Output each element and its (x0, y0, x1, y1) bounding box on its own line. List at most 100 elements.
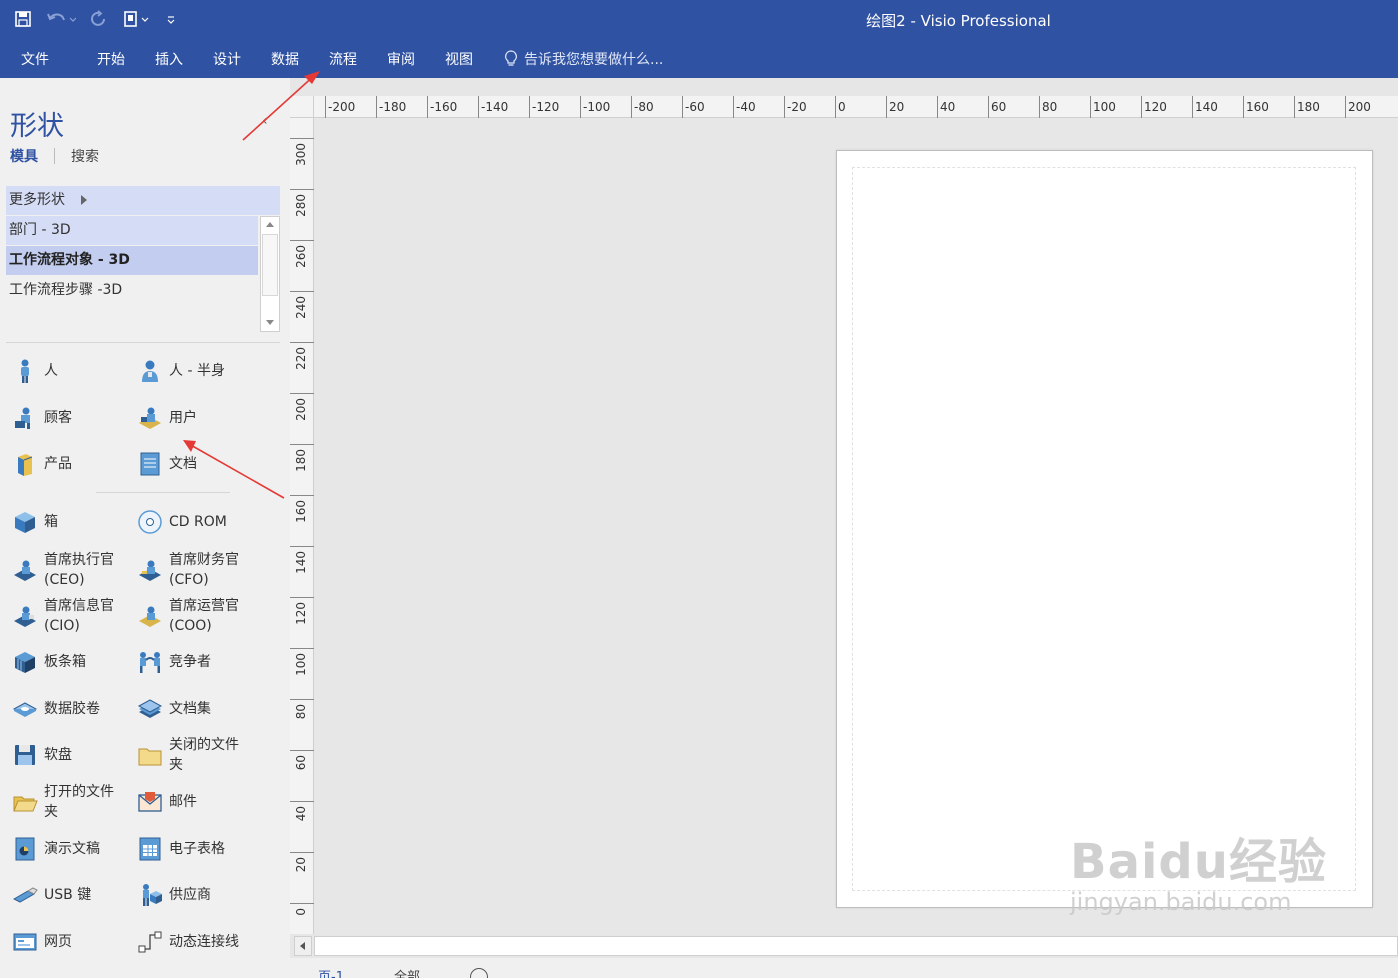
mail-icon (138, 792, 162, 812)
shape-document[interactable]: 文档 (137, 451, 251, 477)
ruler-tick-label: 100 (294, 653, 308, 676)
scroll-up-icon[interactable] (261, 217, 279, 233)
scroll-down-icon[interactable] (261, 315, 279, 331)
chevron-right-icon (81, 195, 87, 205)
subtab-divider (54, 148, 55, 164)
cfo-icon (139, 560, 161, 581)
shape-competitor[interactable]: 竞争者 (137, 649, 251, 675)
closed-folder-icon (138, 748, 162, 766)
ruler-tick: -160 (427, 96, 457, 118)
tell-me-text: 告诉我您想要做什么... (524, 52, 664, 68)
tab-data[interactable]: 数据 (260, 49, 310, 69)
tab-insert[interactable]: 插入 (144, 49, 194, 69)
tab-view[interactable]: 视图 (434, 49, 484, 69)
horizontal-scrollbar[interactable] (294, 936, 1398, 956)
ruler-tick: 260 (290, 240, 314, 268)
ruler-tick-label: 300 (294, 143, 308, 166)
shape-product[interactable]: 产品 (12, 451, 126, 477)
ruler-tick: 80 (290, 699, 314, 719)
drawing-canvas[interactable]: Baidu经验 jingyan.baidu.com (314, 118, 1398, 934)
watermark: Baidu经验 jingyan.baidu.com (1070, 822, 1327, 916)
shape-floppy[interactable]: 软盘 (12, 742, 126, 768)
tab-design[interactable]: 设计 (202, 49, 252, 69)
tab-review[interactable]: 审阅 (376, 49, 426, 69)
shape-label: 软盘 (44, 747, 72, 763)
shape-cfo[interactable]: 首席财务官 (CFO) (137, 550, 251, 590)
horizontal-scroll-track[interactable] (314, 936, 1398, 956)
shape-document-set[interactable]: 文档集 (137, 696, 251, 722)
tell-me-box[interactable]: 告诉我您想要做什么... (504, 49, 663, 69)
shape-label: 电子表格 (169, 841, 225, 857)
shape-label: 关闭的文件夹 (169, 737, 239, 773)
shape-coo[interactable]: 首席运营官 (COO) (137, 596, 251, 636)
shape-usb-key[interactable]: USB 键 (12, 882, 126, 908)
subtab-stencils[interactable]: 模具 (10, 146, 38, 166)
stencil-scrollbar[interactable] (260, 216, 280, 332)
ruler-tick: 20 (886, 96, 904, 118)
pane-divider (6, 342, 280, 343)
stencil-item-workflow-steps-3d[interactable]: 工作流程步骤 -3D (6, 276, 258, 305)
ruler-tick: 40 (290, 801, 314, 821)
ruler-tick: -60 (682, 96, 705, 118)
all-pages-tab[interactable]: 全部 (394, 966, 420, 978)
shape-spreadsheet[interactable]: 电子表格 (137, 836, 251, 862)
stencil-list: 更多形状 部门 - 3D 工作流程对象 - 3D 工作流程步骤 -3D (6, 186, 280, 336)
shapes-pane: 形状 ‹ 模具 搜索 更多形状 部门 - 3D 工作流程对象 - 3D 工作流程… (0, 78, 290, 978)
shape-data-tape[interactable]: 数据胶卷 (12, 696, 126, 722)
ruler-tick-label: 40 (294, 806, 308, 822)
ruler-tick: 180 (290, 444, 314, 472)
ruler-tick-label: 260 (294, 245, 308, 268)
ruler-tick: -120 (529, 96, 559, 118)
shapes-subtabs: 模具 搜索 (10, 146, 99, 166)
shape-dynamic-connector[interactable]: 动态连接线 (137, 929, 251, 955)
ruler-tick: -200 (325, 96, 355, 118)
shape-box[interactable]: 箱 (12, 509, 126, 535)
tab-process[interactable]: 流程 (318, 49, 368, 69)
shape-label: 产品 (44, 456, 72, 472)
shape-cd-rom[interactable]: CD ROM (137, 509, 251, 535)
person-icon (21, 359, 29, 383)
scroll-left-icon[interactable] (294, 936, 312, 956)
shape-label: 板条箱 (44, 654, 86, 670)
watermark-site: jingyan.baidu.com (1070, 888, 1292, 916)
shape-presentation[interactable]: 演示文稿 (12, 836, 126, 862)
lightbulb-icon (505, 50, 517, 66)
shape-label: 演示文稿 (44, 841, 100, 857)
stencil-item-workflow-objects-3d[interactable]: 工作流程对象 - 3D (6, 246, 258, 275)
shape-label: 箱 (44, 514, 58, 530)
coo-icon (139, 606, 161, 627)
shape-user[interactable]: 用户 (137, 405, 251, 431)
tab-home[interactable]: 开始 (86, 49, 136, 69)
shape-label: 竞争者 (169, 654, 211, 670)
ruler-tick: 300 (290, 138, 314, 166)
shape-crate[interactable]: 板条箱 (12, 649, 126, 675)
drawing-page[interactable] (836, 150, 1373, 908)
shape-label: 首席信息官 (CIO) (44, 598, 114, 634)
shape-label: 首席执行官 (CEO) (44, 552, 114, 588)
scroll-thumb[interactable] (262, 234, 278, 296)
shape-open-folder[interactable]: 打开的文件夹 (12, 782, 126, 822)
shape-person[interactable]: 人 (12, 358, 126, 384)
shape-customer[interactable]: 顾客 (12, 405, 126, 431)
ruler-tick: 0 (290, 903, 314, 916)
subtab-search[interactable]: 搜索 (71, 146, 99, 166)
window-title-text: 绘图2 - Visio Professional (866, 12, 1051, 30)
shape-cio[interactable]: 首席信息官 (CIO) (12, 596, 126, 636)
shape-closed-folder[interactable]: 关闭的文件夹 (137, 735, 251, 775)
tab-file[interactable]: 文件 (10, 49, 60, 69)
shape-mail[interactable]: 邮件 (137, 789, 251, 815)
usb-key-icon (12, 887, 38, 903)
shape-label: CD ROM (169, 514, 227, 530)
stencil-item-department-3d[interactable]: 部门 - 3D (6, 216, 258, 245)
ruler-tick: 160 (1243, 96, 1269, 118)
shape-web-page[interactable]: 网页 (12, 929, 126, 955)
collapse-pane-icon[interactable]: ‹ (262, 113, 268, 129)
ruler-tick: 180 (1294, 96, 1320, 118)
page-tab-1[interactable]: 页-1 (318, 966, 344, 978)
ruler-tick: -100 (580, 96, 610, 118)
more-shapes-item[interactable]: 更多形状 (6, 186, 280, 215)
shape-supplier[interactable]: 供应商 (137, 882, 251, 908)
shape-ceo[interactable]: 首席执行官 (CEO) (12, 550, 126, 590)
add-page-icon[interactable] (470, 968, 488, 978)
shape-person-half[interactable]: 人 - 半身 (137, 358, 251, 384)
